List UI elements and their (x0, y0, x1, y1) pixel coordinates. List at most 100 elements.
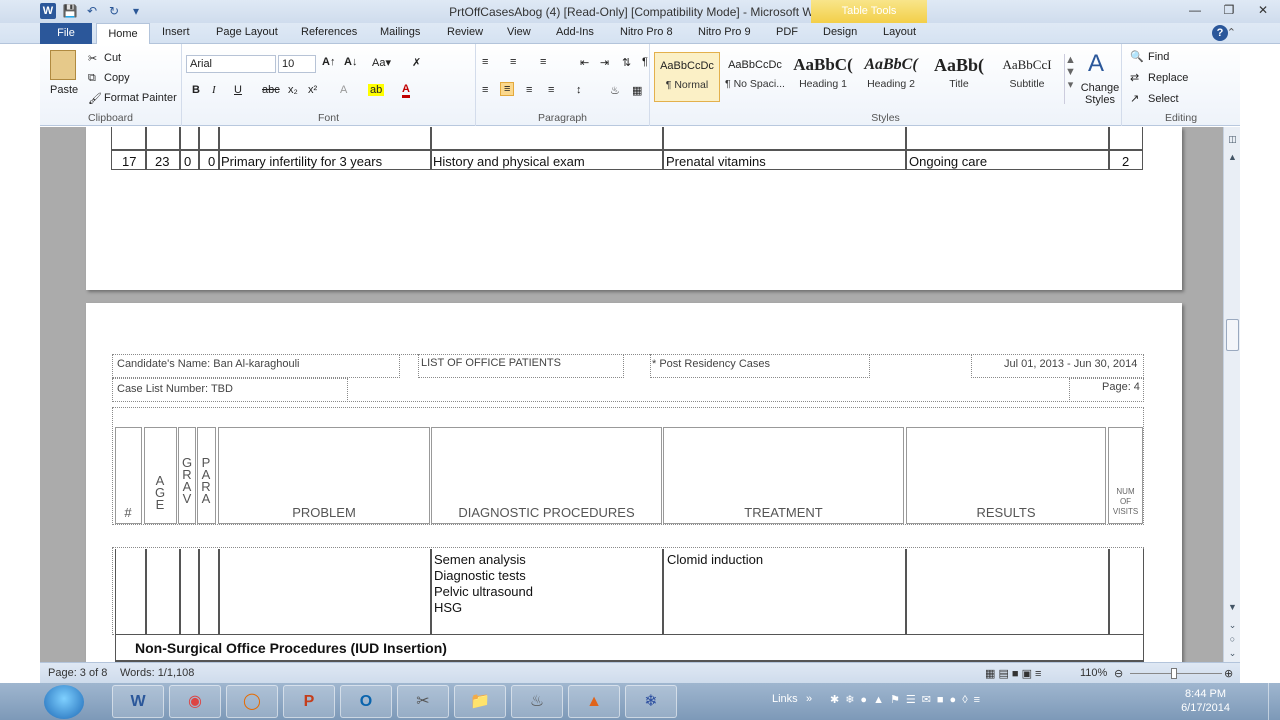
zoom-slider-thumb[interactable] (1171, 668, 1177, 679)
align-center-icon[interactable]: ≡ (500, 82, 515, 96)
close-button[interactable]: ✕ (1246, 0, 1280, 20)
firefox-taskbar-icon[interactable]: ◯ (226, 685, 278, 718)
nitro-taskbar-icon[interactable]: ▲ (568, 685, 620, 718)
clipboard-label: Clipboard (88, 112, 133, 124)
toolbar-expand-icon[interactable]: » (806, 693, 812, 705)
next-page-icon[interactable]: ⌄ (1226, 647, 1239, 660)
tab-mailings[interactable]: Mailings (380, 26, 420, 38)
tab-nitro-pro-9[interactable]: Nitro Pro 9 (698, 26, 751, 38)
chrome-taskbar-icon[interactable]: ◉ (169, 685, 221, 718)
align-left-icon[interactable]: ≡ (482, 84, 488, 96)
tab-layout[interactable]: Layout (883, 26, 916, 38)
copy-button[interactable]: Copy (104, 72, 130, 84)
select-browse-object-icon[interactable]: ○ (1226, 633, 1239, 646)
ruler-toggle-icon[interactable]: ◫ (1226, 133, 1239, 146)
style-subtitle[interactable]: AaBbCcI Subtitle (994, 52, 1060, 102)
show-desktop-button[interactable] (1268, 683, 1280, 720)
change-styles-button[interactable]: Change Styles (1078, 82, 1122, 106)
clock[interactable]: 8:44 PM 6/17/2014 (1181, 687, 1230, 715)
italic-icon[interactable]: I (212, 84, 216, 96)
cut-button[interactable]: Cut (104, 52, 121, 64)
minimize-button[interactable]: — (1178, 0, 1212, 20)
zoom-in-icon[interactable]: ⊕ (1224, 667, 1233, 680)
highlight-icon[interactable]: ab (368, 84, 385, 96)
select-button[interactable]: Select (1148, 93, 1179, 105)
vertical-scrollbar[interactable]: ◫ ▲ ▼ ⌄ ○ ⌄ (1223, 127, 1240, 662)
multilevel-list-icon[interactable]: ≡ (540, 56, 546, 68)
scroll-up-icon[interactable]: ▲ (1226, 151, 1239, 164)
tab-view[interactable]: View (507, 26, 531, 38)
scroll-down-icon[interactable]: ▼ (1226, 601, 1239, 614)
scroll-thumb[interactable] (1226, 319, 1239, 351)
tab-page-layout[interactable]: Page Layout (216, 26, 278, 38)
list-title: LIST OF OFFICE PATIENTS (421, 357, 561, 369)
font-color-icon[interactable]: A (402, 84, 410, 98)
underline-icon[interactable]: U (234, 84, 242, 96)
show-formatting-icon[interactable]: ¶ (642, 56, 648, 68)
font-size-combo[interactable]: 10 (278, 55, 316, 73)
view-buttons-icon[interactable]: ▦ ▤ ■ ▣ ≡ (985, 667, 1041, 680)
decrease-indent-icon[interactable]: ⇤ (580, 56, 589, 69)
tab-pdf[interactable]: PDF (776, 26, 798, 38)
style-title[interactable]: AaBb( Title (926, 52, 992, 102)
subscript-icon[interactable]: x₂ (288, 84, 298, 96)
app-taskbar-icon[interactable]: ♨ (511, 685, 563, 718)
page-count[interactable]: Page: 3 of 8 (48, 667, 107, 679)
previous-page-icon[interactable]: ⌄ (1226, 619, 1239, 632)
borders-icon[interactable]: ▦ (632, 84, 642, 97)
increase-indent-icon[interactable]: ⇥ (600, 56, 609, 69)
explorer-taskbar-icon[interactable]: 📁 (454, 685, 506, 718)
tab-home[interactable]: Home (96, 23, 150, 45)
snipping-tool-taskbar-icon[interactable]: ✂ (397, 685, 449, 718)
tab-file[interactable]: File (40, 23, 92, 44)
paste-icon[interactable] (50, 50, 76, 80)
strikethrough-icon[interactable]: abc (262, 84, 280, 96)
tab-references[interactable]: References (301, 26, 357, 38)
numbering-icon[interactable]: ≡ (510, 56, 516, 68)
find-button[interactable]: Find (1148, 51, 1169, 63)
tab-insert[interactable]: Insert (162, 26, 190, 38)
style-no-spacing[interactable]: AaBbCcDc ¶ No Spaci... (722, 52, 788, 102)
replace-button[interactable]: Replace (1148, 72, 1188, 84)
start-button[interactable] (44, 685, 84, 719)
zoom-level[interactable]: 110% (1080, 667, 1107, 679)
editing-label: Editing (1164, 112, 1198, 124)
date-range: Jul 01, 2013 - Jun 30, 2014 (1004, 358, 1138, 370)
style-heading-1[interactable]: AaBbC( Heading 1 (790, 52, 856, 102)
word-count[interactable]: Words: 1/1,108 (120, 667, 194, 679)
sort-icon[interactable]: ⇅ (622, 56, 631, 69)
change-case-icon[interactable]: Aa▾ (372, 56, 391, 69)
zoom-out-icon[interactable]: ⊖ (1114, 667, 1123, 680)
powerpoint-taskbar-icon[interactable]: P (283, 685, 335, 718)
tab-review[interactable]: Review (447, 26, 483, 38)
clear-formatting-icon[interactable]: ✗ (412, 56, 421, 69)
shrink-font-icon[interactable]: A↓ (344, 56, 357, 68)
word-taskbar-icon[interactable]: W (112, 685, 164, 718)
help-icon[interactable]: ? (1212, 25, 1228, 41)
style-heading-2[interactable]: AaBbC( Heading 2 (858, 52, 924, 102)
font-name-combo[interactable]: Arial (186, 55, 276, 73)
style-normal[interactable]: AaBbCcDc ¶ Normal (654, 52, 720, 102)
grow-font-icon[interactable]: A↑ (322, 56, 335, 68)
system-tray-icons[interactable]: ✱❄●▲⚑☰✉■●◊≡ (830, 693, 986, 706)
links-toolbar[interactable]: Links (772, 693, 798, 705)
restore-button[interactable]: ❐ (1212, 0, 1246, 20)
shading-icon[interactable]: ♨ (610, 84, 620, 97)
format-painter-button[interactable]: Format Painter (104, 92, 177, 104)
outlook-taskbar-icon[interactable]: O (340, 685, 392, 718)
justify-icon[interactable]: ≡ (548, 84, 554, 96)
ribbon-minimize-icon[interactable]: ⌃ (1227, 26, 1236, 39)
tab-nitro-pro-8[interactable]: Nitro Pro 8 (620, 26, 673, 38)
line-spacing-icon[interactable]: ↕ (576, 84, 582, 96)
styles-scroll-icon[interactable]: ▲ ▼ ▾ (1064, 54, 1076, 104)
change-styles-icon: A (1088, 50, 1105, 77)
snowflake-taskbar-icon[interactable]: ❄ (625, 685, 677, 718)
tab-add-ins[interactable]: Add-Ins (556, 26, 594, 38)
text-effects-icon[interactable]: A (340, 84, 347, 96)
align-right-icon[interactable]: ≡ (526, 84, 532, 96)
bullets-icon[interactable]: ≡ (482, 56, 488, 68)
superscript-icon[interactable]: x² (308, 84, 317, 96)
bold-icon[interactable]: B (192, 84, 200, 96)
paste-button[interactable]: Paste (50, 84, 78, 96)
tab-design[interactable]: Design (823, 26, 857, 38)
